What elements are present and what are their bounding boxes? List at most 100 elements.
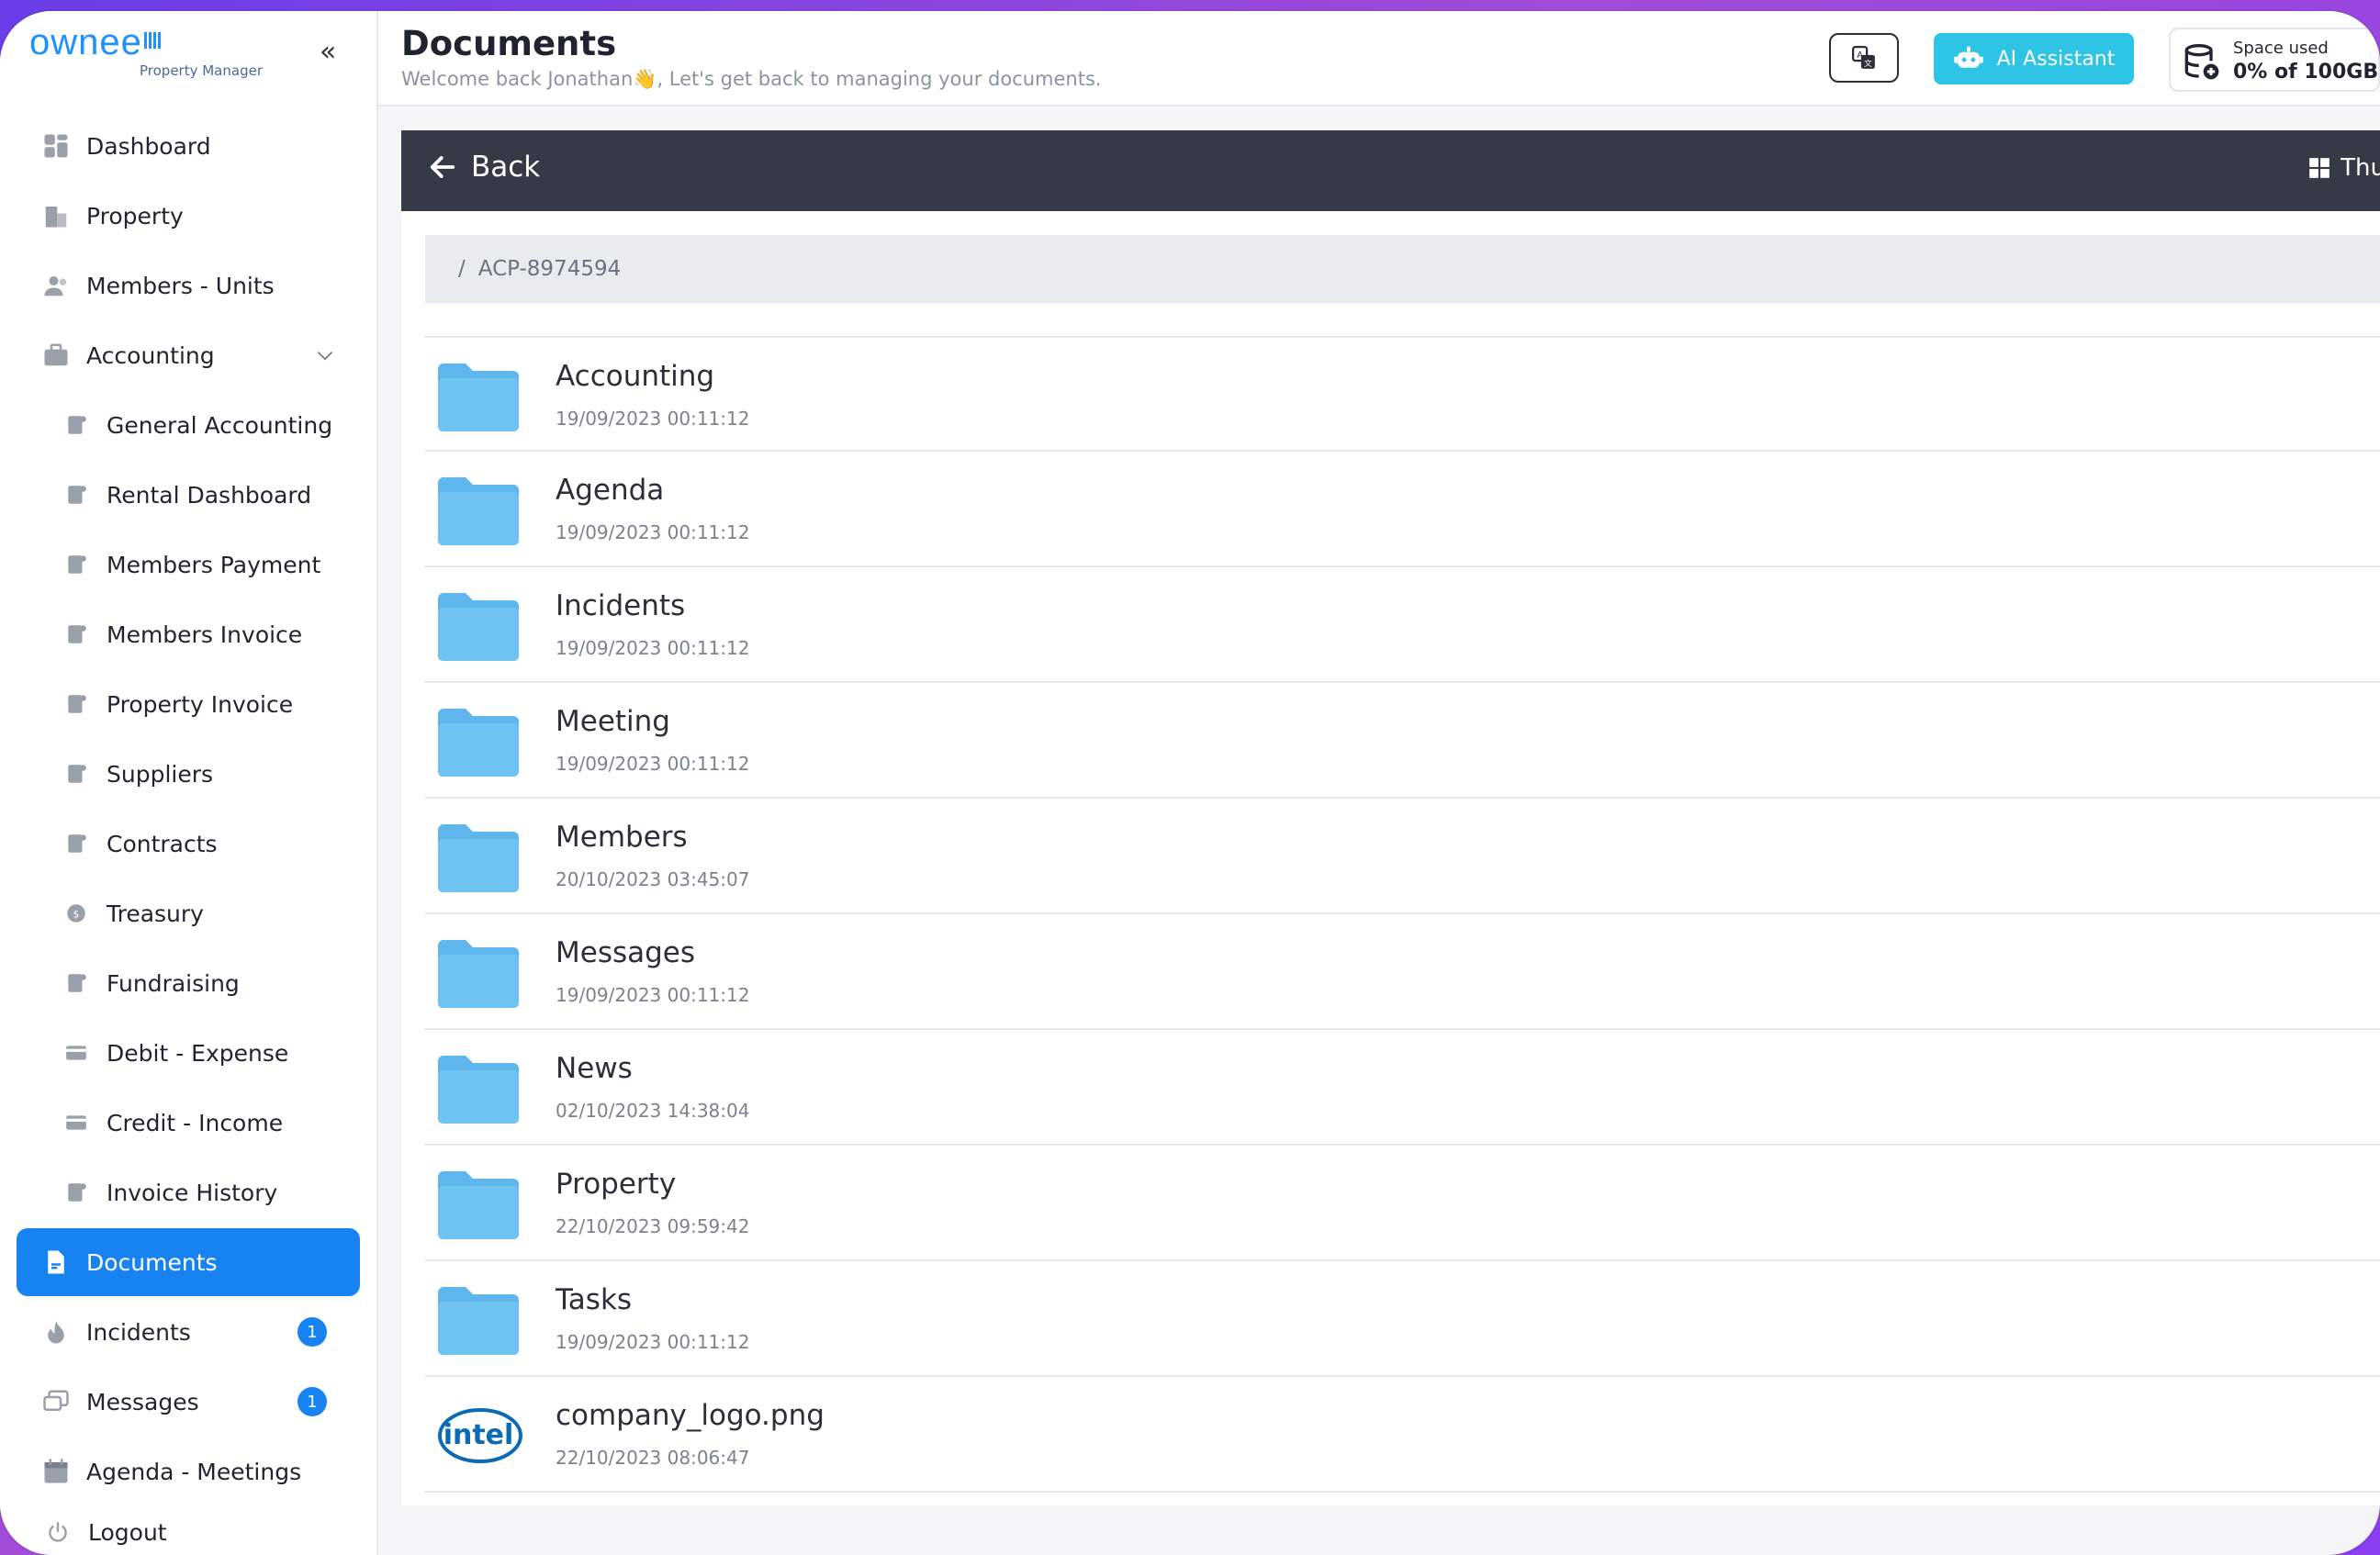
property-invoice-icon	[68, 695, 86, 713]
arrow-left-icon	[430, 156, 455, 178]
breadcrumb-item[interactable]: ACP-8974594	[478, 257, 622, 281]
sidebar-item-agenda-meetings[interactable]: Agenda - Meetings	[17, 1438, 360, 1505]
app-window: ownee Property Manager « Dashboard Proper…	[0, 11, 2380, 1555]
collapse-sidebar-button[interactable]: «	[320, 39, 336, 66]
svg-text:A: A	[1857, 50, 1863, 61]
file-name: Members	[556, 821, 688, 854]
ai-assistant-label: AI Assistant	[1996, 47, 2116, 71]
sidebar-item-label: Accounting	[86, 341, 215, 369]
sidebar-item-documents[interactable]: Documents	[17, 1228, 360, 1296]
file-date: 19/09/2023 00:11:12	[556, 521, 750, 543]
grid-icon	[2309, 158, 2329, 178]
folder-row[interactable]: Meeting 19/09/2023 00:11:12	[425, 683, 2380, 799]
logout-label: Logout	[88, 1518, 167, 1546]
thumbnail-view-button[interactable]: Thu	[2307, 154, 2380, 182]
folder-row[interactable]: Accounting 19/09/2023 00:11:12	[425, 336, 2380, 452]
piggy-icon	[68, 974, 86, 992]
robot-icon	[1953, 46, 1983, 68]
file-name: Accounting	[556, 360, 715, 393]
sidebar-item-label: Dashboard	[86, 132, 211, 160]
folder-row[interactable]: Agenda 19/09/2023 00:11:12	[425, 452, 2380, 567]
ai-assistant-button[interactable]: AI Assistant	[1934, 33, 2134, 84]
sidebar-item-debit-expense[interactable]: Debit - Expense	[17, 1019, 360, 1087]
sidebar-item-label: Incidents	[86, 1318, 191, 1346]
logo[interactable]: ownee Property Manager	[29, 22, 263, 79]
roller-icon	[68, 765, 86, 783]
file-name: Meeting	[556, 705, 670, 738]
payment-icon	[68, 555, 86, 574]
file-date: 20/10/2023 03:45:07	[556, 868, 750, 890]
documents-toolbar: Back Thu	[401, 130, 2380, 211]
file-name: News	[556, 1052, 633, 1085]
logout-button[interactable]: Logout	[17, 1498, 360, 1555]
translate-icon: A 文	[1852, 46, 1875, 69]
sidebar-item-label: Members Invoice	[107, 621, 303, 648]
sidebar-item-fundraising[interactable]: Fundraising	[17, 949, 360, 1017]
file-name: Messages	[556, 936, 696, 969]
sidebar-item-label: Contracts	[107, 830, 218, 857]
file-row[interactable]: intel company_logo.png 22/10/2023 08:06:4…	[425, 1377, 2380, 1493]
svg-text:文: 文	[1864, 58, 1872, 69]
calendar-icon	[44, 1459, 68, 1483]
sidebar-item-members-units[interactable]: Members - Units	[17, 252, 360, 319]
sidebar-item-messages[interactable]: Messages 1	[17, 1368, 360, 1436]
briefcase-icon	[44, 343, 68, 366]
coin-icon: $	[67, 904, 85, 923]
card-icon	[66, 1115, 86, 1130]
file-date: 02/10/2023 14:38:04	[556, 1100, 750, 1122]
back-label: Back	[471, 151, 541, 184]
sidebar-item-suppliers[interactable]: Suppliers	[17, 740, 360, 808]
folder-row[interactable]: Messages 19/09/2023 00:11:12	[425, 914, 2380, 1030]
translate-button[interactable]: A 文	[1829, 33, 1899, 83]
page-title: Documents	[401, 24, 617, 63]
sidebar-item-members-payment[interactable]: Members Payment	[17, 531, 360, 599]
sidebar-item-label: Agenda - Meetings	[86, 1458, 302, 1485]
svg-text:intel: intel	[443, 1419, 514, 1451]
sidebar-item-property[interactable]: Property	[17, 182, 360, 250]
history-icon	[68, 1183, 86, 1202]
sidebar: ownee Property Manager « Dashboard Proper…	[0, 11, 378, 1555]
folder-row[interactable]: Tasks 19/09/2023 00:11:12	[425, 1261, 2380, 1377]
sidebar-item-treasury[interactable]: $ Treasury	[17, 879, 360, 947]
folder-row[interactable]: News 02/10/2023 14:38:04	[425, 1030, 2380, 1146]
folder-row[interactable]: Property 22/10/2023 09:59:42	[425, 1146, 2380, 1261]
sidebar-item-members-invoice[interactable]: Members Invoice	[17, 600, 360, 668]
chevron-down-icon[interactable]	[316, 346, 334, 364]
sidebar-item-contracts[interactable]: Contracts	[17, 810, 360, 878]
sidebar-item-property-invoice[interactable]: Property Invoice	[17, 670, 360, 738]
file-name: Tasks	[556, 1283, 633, 1316]
sidebar-item-label: Members - Units	[86, 272, 275, 299]
sidebar-item-label: Suppliers	[107, 760, 214, 788]
sidebar-item-credit-income[interactable]: Credit - Income	[17, 1089, 360, 1157]
back-button[interactable]: Back	[429, 151, 540, 184]
sidebar-item-label: Treasury	[107, 900, 204, 927]
sidebar-item-rental-dashboard[interactable]: Rental Dashboard	[17, 461, 360, 529]
document-icon	[48, 1250, 64, 1274]
sidebar-item-label: Messages	[86, 1388, 199, 1415]
notification-badge: 1	[298, 1317, 327, 1347]
sidebar-item-accounting[interactable]: Accounting	[17, 321, 360, 389]
power-icon	[49, 1522, 67, 1542]
sidebar-item-label: Members Payment	[107, 551, 321, 578]
folder-row[interactable]: Incidents 19/09/2023 00:11:12	[425, 567, 2380, 683]
sidebar-item-incidents[interactable]: Incidents 1	[17, 1298, 360, 1366]
brand-name: ownee	[29, 22, 161, 62]
file-name: Agenda	[556, 474, 665, 507]
file-name: Property	[556, 1168, 677, 1201]
file-date: 19/09/2023 00:11:12	[556, 984, 750, 1006]
sidebar-item-label: Credit - Income	[107, 1109, 284, 1136]
sidebar-item-general-accounting[interactable]: General Accounting	[17, 391, 360, 459]
folder-icon	[438, 1171, 519, 1239]
folder-icon	[438, 824, 519, 892]
file-date: 19/09/2023 00:11:12	[556, 1331, 750, 1353]
sidebar-item-invoice-history[interactable]: Invoice History	[17, 1158, 360, 1226]
users-icon	[44, 276, 67, 296]
sidebar-item-dashboard[interactable]: Dashboard	[17, 112, 360, 180]
sidebar-item-label: Property Invoice	[107, 690, 294, 718]
building-icon	[45, 207, 67, 228]
sidebar-item-label: Documents	[86, 1248, 218, 1276]
folder-row[interactable]: Members 20/10/2023 03:45:07	[425, 799, 2380, 914]
folder-icon	[438, 477, 519, 545]
sidebar-item-label: Property	[86, 202, 184, 229]
sidebar-item-label: Rental Dashboard	[107, 481, 312, 509]
